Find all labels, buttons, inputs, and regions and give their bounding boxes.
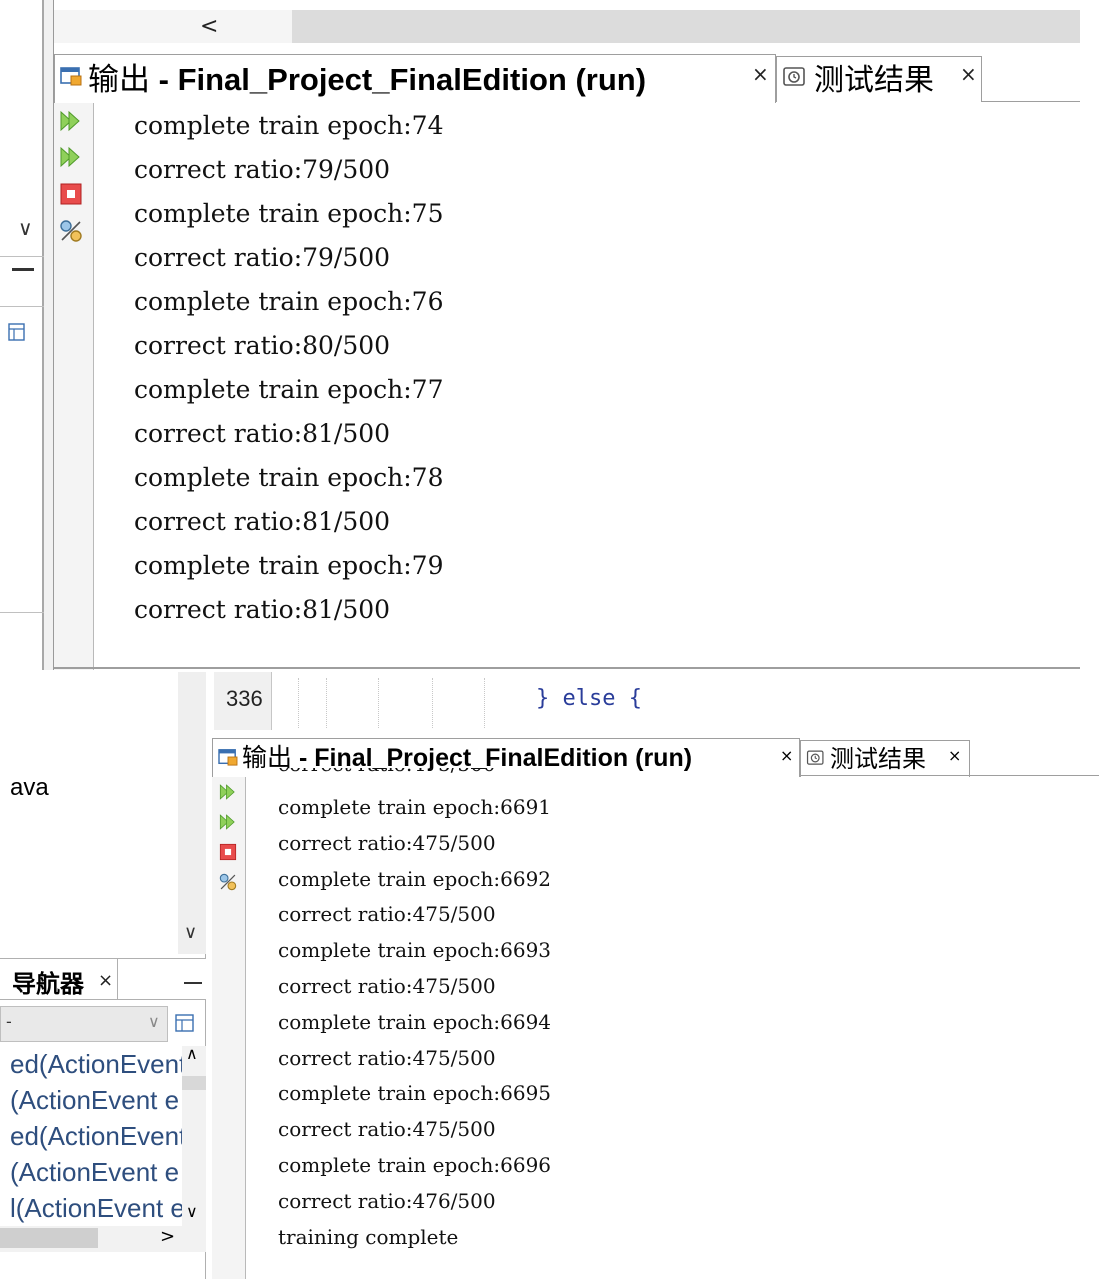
console-line: correct ratio:81/500 [134, 595, 391, 624]
navigator-filter-value: - [6, 1012, 12, 1031]
list-item[interactable]: ed(ActionEvent [10, 1118, 182, 1154]
console-line: complete train epoch:6695 [278, 1081, 552, 1106]
scrollbar-thumb[interactable] [0, 1228, 98, 1248]
members-view-icon[interactable] [8, 322, 26, 342]
console-line: correct ratio:475/500 [278, 1045, 496, 1070]
indent-guide [378, 678, 379, 728]
console-line: complete train epoch:6696 [278, 1152, 552, 1177]
console-line: correct ratio:475/500 [278, 973, 496, 998]
navigator-method-list: ed(ActionEvent (ActionEvent e ed(ActionE… [10, 1046, 182, 1226]
scrollbar-thumb[interactable] [182, 1076, 206, 1090]
scrollbar-track[interactable] [292, 10, 1080, 43]
console-line: complete train epoch:79 [134, 551, 444, 580]
close-icon[interactable]: × [948, 746, 961, 765]
console-line: complete train epoch:6693 [278, 938, 552, 963]
close-icon[interactable]: × [780, 746, 793, 765]
minimize-icon[interactable] [184, 982, 202, 984]
top-screenshot: < 输出 - Final_Project_FinalEdition (run) … [0, 0, 1099, 672]
chevron-left-icon: < [200, 14, 219, 39]
console-line: correct ratio:79/500 [134, 243, 391, 272]
run-settings-icon[interactable] [218, 872, 238, 892]
output-window-icon [218, 749, 238, 766]
rerun-with-params-icon[interactable] [58, 144, 84, 170]
indent-guide [432, 678, 433, 728]
navigator-title: 导航器 [12, 969, 84, 998]
minimize-icon[interactable] [12, 268, 34, 271]
close-icon[interactable]: × [98, 970, 113, 991]
console-output[interactable]: complete train epoch:6691 correct ratio:… [278, 790, 551, 1255]
list-item[interactable]: ed(ActionEvent [10, 1046, 182, 1082]
console-line: correct ratio:475/500 [278, 768, 496, 776]
bottom-screenshot: ∨ ava 导航器 × - ∨ ed(ActionEvent (ActionEv… [0, 672, 1099, 1279]
console-line: complete train epoch:6692 [278, 866, 552, 891]
rerun-icon[interactable] [218, 782, 238, 802]
navigator-filter-select[interactable] [0, 1006, 168, 1042]
run-settings-icon[interactable] [58, 218, 84, 244]
vertical-scrollbar[interactable] [182, 1046, 206, 1226]
chevron-down-icon[interactable]: ∨ [148, 1012, 160, 1031]
console-line: complete train epoch:6694 [278, 1009, 552, 1034]
chevron-down-icon[interactable]: ∨ [186, 1202, 198, 1221]
console-line: complete train epoch:78 [134, 463, 444, 492]
divider [54, 667, 1080, 669]
console-line: complete train epoch:76 [134, 287, 444, 316]
chevron-up-icon[interactable]: ∧ [186, 1044, 198, 1063]
console-line: correct ratio:79/500 [134, 155, 391, 184]
panel-splitter[interactable] [44, 0, 54, 670]
indent-guide [326, 678, 327, 728]
output-window-icon [60, 67, 82, 86]
output-tab-title: Final_Project_FinalEdition (run) [177, 62, 647, 97]
list-item[interactable]: l(ActionEvent e [10, 1190, 182, 1226]
chevron-right-icon[interactable]: > [160, 1226, 175, 1247]
members-view-icon[interactable] [174, 1012, 196, 1034]
console-line: correct ratio:80/500 [134, 331, 391, 360]
console-line: complete train epoch:6691 [278, 795, 552, 819]
test-results-icon [783, 67, 805, 86]
console-line: correct ratio:476/500 [278, 1188, 496, 1213]
code-line[interactable]: } else { [536, 686, 642, 711]
console-line: correct ratio:475/500 [278, 830, 496, 855]
stop-icon[interactable] [58, 181, 84, 207]
stop-icon[interactable] [218, 842, 238, 862]
close-icon[interactable]: × [960, 62, 977, 86]
scrollbar-left-space [54, 10, 188, 43]
list-item[interactable]: (ActionEvent e [10, 1082, 182, 1118]
close-icon[interactable]: × [752, 62, 769, 86]
vertical-scrollbar[interactable] [178, 672, 206, 954]
chevron-down-icon[interactable]: ∨ [184, 922, 197, 943]
indent-guide [484, 678, 485, 728]
line-number: 336 [226, 686, 263, 711]
indent-guide [298, 678, 299, 728]
console-output[interactable]: complete train epoch:74 correct ratio:79… [134, 104, 443, 632]
console-line: complete train epoch:74 [134, 111, 444, 140]
project-file-item[interactable]: ava [10, 774, 49, 802]
console-line: complete train epoch:75 [134, 199, 444, 228]
test-results-icon [806, 750, 824, 765]
output-label-cn: 输出 [88, 62, 150, 98]
divider [0, 256, 44, 257]
console-line: correct ratio:475/500 [278, 1117, 496, 1142]
scroll-left-button[interactable]: < [188, 10, 292, 43]
list-item[interactable]: (ActionEvent e [10, 1154, 182, 1190]
test-results-label: 测试结果 [830, 745, 926, 773]
console-line: training complete [278, 1224, 459, 1249]
divider [0, 306, 44, 307]
rerun-icon[interactable] [58, 108, 84, 134]
rerun-with-params-icon[interactable] [218, 812, 238, 832]
console-line-clipped: correct ratio:475/500 [278, 768, 578, 778]
chevron-down-icon[interactable]: ∨ [18, 216, 33, 240]
console-line: correct ratio:475/500 [278, 902, 496, 927]
console-line: correct ratio:81/500 [134, 419, 391, 448]
test-results-label: 测试结果 [814, 63, 934, 98]
console-line: correct ratio:81/500 [134, 507, 391, 536]
console-line: complete train epoch:77 [134, 375, 444, 404]
output-tab-label: 输出 - Final_Project_FinalEdition (run) [88, 62, 647, 98]
divider [0, 612, 44, 613]
